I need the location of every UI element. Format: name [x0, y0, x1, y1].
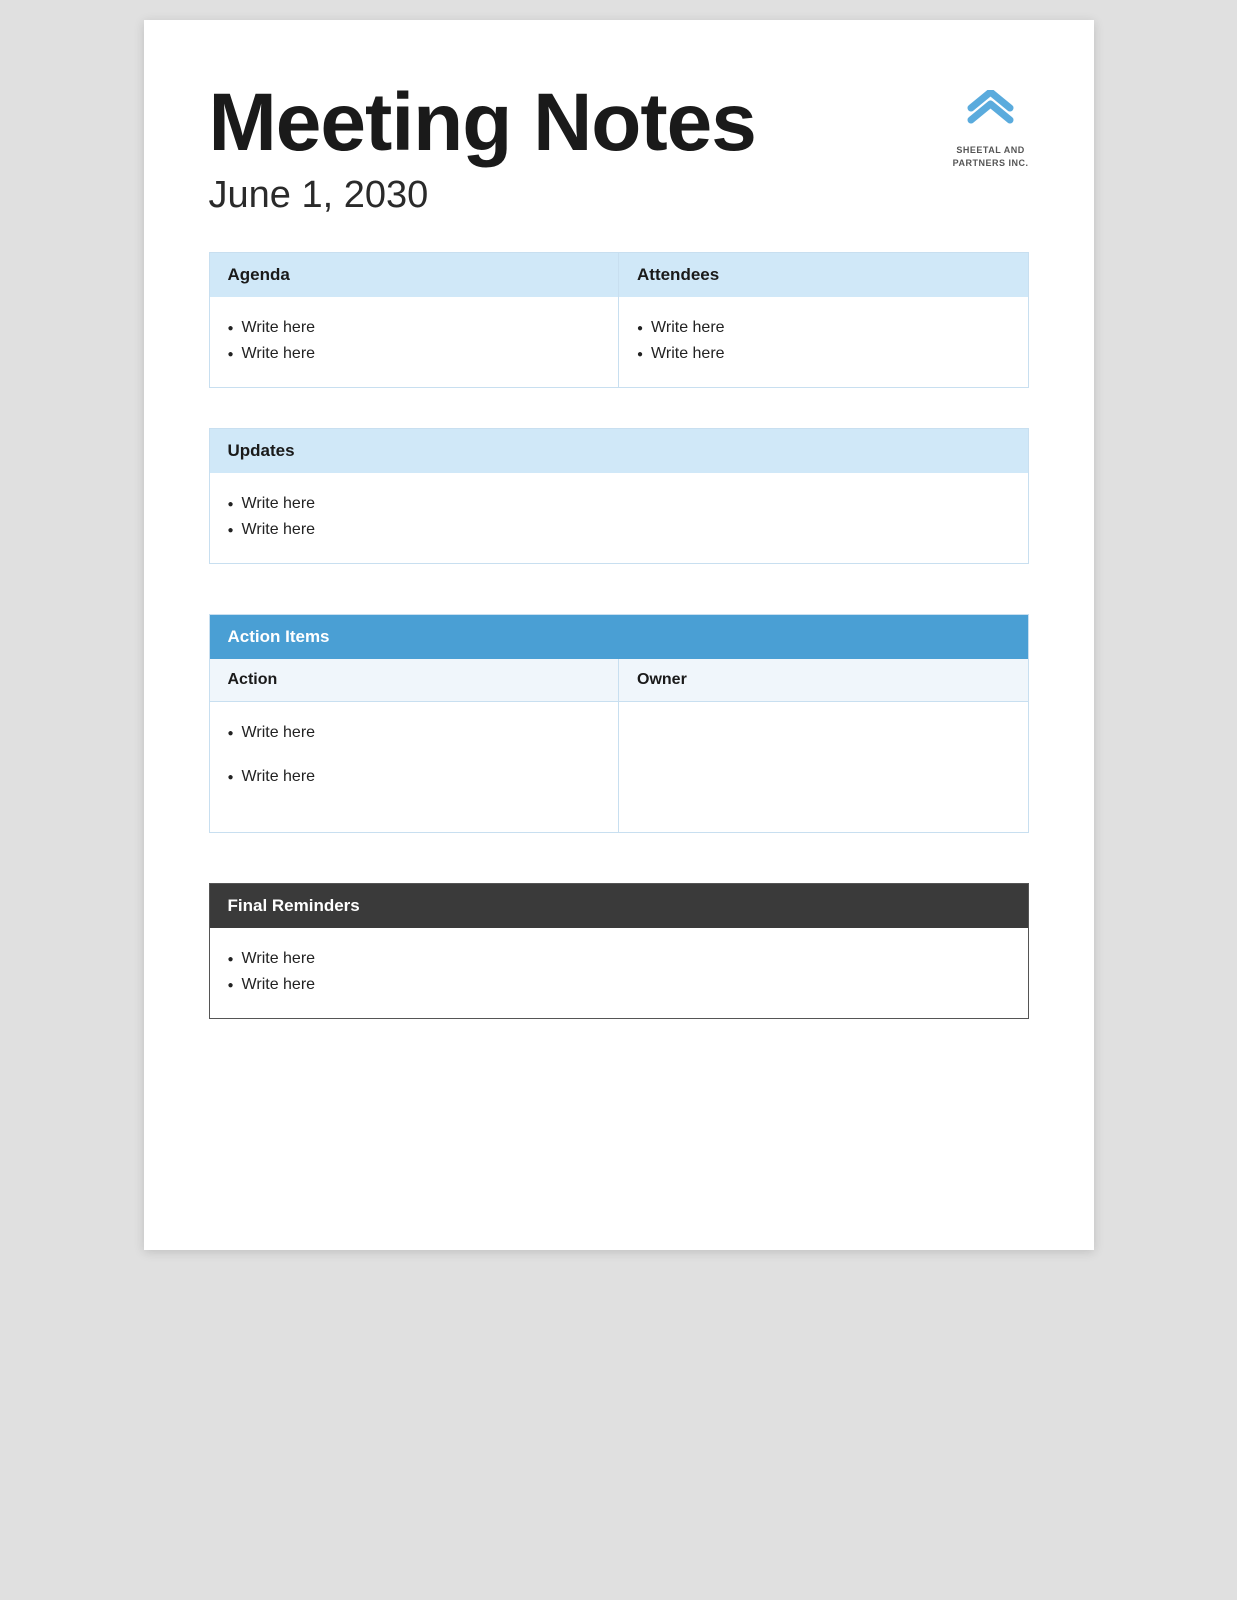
action-items-section: Action Items Action Owner Write here Wri… — [209, 614, 1029, 833]
list-item: Write here — [228, 972, 1010, 998]
action-list: Write here Write here — [228, 720, 601, 790]
action-cols-header: Action Owner — [210, 659, 1028, 702]
page-title: Meeting Notes — [209, 80, 1029, 166]
list-item: Write here — [228, 764, 601, 790]
header-section: Meeting Notes June 1, 2030 SHEETAL AND P… — [209, 80, 1029, 217]
list-item: Write here — [228, 341, 601, 367]
agenda-header: Agenda — [210, 253, 619, 297]
logo-text: SHEETAL AND PARTNERS INC. — [953, 144, 1029, 169]
list-item: Write here — [228, 315, 601, 341]
attendees-header: Attendees — [619, 253, 1028, 297]
final-reminders-body: Write here Write here — [210, 928, 1028, 1018]
attendees-column: Attendees Write here Write here — [619, 253, 1028, 387]
action-items-header: Action Items — [210, 615, 1028, 659]
list-item: Write here — [228, 491, 1010, 517]
list-item: Write here — [228, 720, 601, 746]
page: Meeting Notes June 1, 2030 SHEETAL AND P… — [144, 20, 1094, 1250]
final-reminders-section: Final Reminders Write here Write here — [209, 883, 1029, 1019]
agenda-list: Write here Write here — [228, 315, 601, 367]
updates-body: Write here Write here — [210, 473, 1028, 563]
list-item: Write here — [228, 946, 1010, 972]
agenda-attendees-section: Agenda Write here Write here Attendees W… — [209, 252, 1029, 388]
agenda-column: Agenda Write here Write here — [210, 253, 620, 387]
action-items-right — [619, 702, 1028, 832]
final-reminders-header: Final Reminders — [210, 884, 1028, 928]
agenda-body: Write here Write here — [210, 297, 619, 387]
list-item: Write here — [228, 517, 1010, 543]
updates-section: Updates Write here Write here — [209, 428, 1029, 564]
list-item: Write here — [637, 341, 1010, 367]
action-body: Write here Write here — [210, 702, 1028, 832]
logo-icon — [963, 90, 1018, 138]
list-item: Write here — [637, 315, 1010, 341]
attendees-body: Write here Write here — [619, 297, 1028, 387]
date-line: June 1, 2030 — [209, 174, 1029, 217]
final-reminders-list: Write here Write here — [228, 946, 1010, 998]
updates-header: Updates — [210, 429, 1028, 473]
attendees-list: Write here Write here — [637, 315, 1010, 367]
action-items-left: Write here Write here — [210, 702, 620, 832]
updates-list: Write here Write here — [228, 491, 1010, 543]
logo-area: SHEETAL AND PARTNERS INC. — [953, 90, 1029, 169]
action-col-label: Action — [210, 659, 620, 701]
owner-col-label: Owner — [619, 659, 1028, 701]
